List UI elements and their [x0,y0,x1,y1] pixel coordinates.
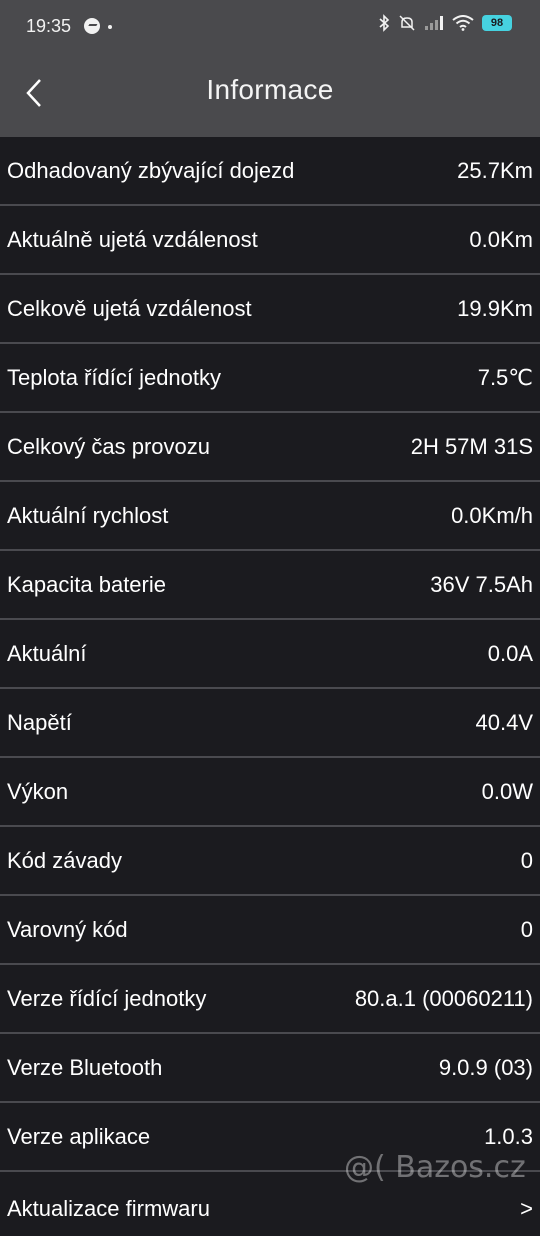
row-value: 0 [520,916,533,942]
row-value: 0 [520,847,533,873]
info-row-current-distance: Aktuálně ujetá vzdálenost 0.0Km [0,206,540,275]
row-value: 40.4V [475,709,534,735]
row-value: 0.0Km [469,226,533,252]
mute-bell-icon [399,15,415,31]
row-label: Kód závady [7,847,122,873]
row-value: 0.0A [487,640,533,666]
row-value: 25.7Km [457,157,533,183]
row-value: 0.0Km/h [451,502,533,528]
wifi-icon [452,15,474,31]
info-row-voltage: Napětí 40.4V [0,689,540,758]
info-row-bluetooth-version: Verze Bluetooth 9.0.9 (03) [0,1034,540,1103]
row-value: 0.0W [481,778,533,804]
row-label: Odhadovaný zbývající dojezd [7,157,295,183]
row-value: 7.5℃ [477,364,533,390]
info-row-controller-version: Verze řídící jednotky 80.a.1 (00060211) [0,965,540,1034]
app-bar: Informace [0,54,540,137]
row-label: Napětí [7,709,72,735]
signal-icon [425,16,443,30]
battery-icon: 98 [482,15,512,31]
row-label: Verze aplikace [7,1123,151,1149]
row-value: 1.0.3 [484,1123,533,1149]
row-label: Aktuální rychlost [7,502,169,528]
row-label: Aktuálně ujetá vzdálenost [7,226,258,252]
info-row-total-operating-time: Celkový čas provozu 2H 57M 31S [0,413,540,482]
info-row-estimated-range: Odhadovaný zbývající dojezd 25.7Km [0,137,540,206]
status-icons: 98 [378,14,512,32]
row-value: 9.0.9 (03) [438,1054,533,1080]
status-time: 19:35 [26,16,72,36]
row-label: Výkon [7,778,69,804]
row-label: Celkově ujetá vzdálenost [7,295,252,321]
page-title: Informace [206,74,334,105]
info-list: Odhadovaný zbývající dojezd 25.7Km Aktuá… [0,137,540,1236]
row-label: Kapacita baterie [7,571,166,597]
notification-dot-icon [108,25,112,29]
info-row-current-speed: Aktuální rychlost 0.0Km/h [0,482,540,551]
row-value: 19.9Km [457,295,533,321]
info-row-battery-capacity: Kapacita baterie 36V 7.5Ah [0,551,540,620]
row-label: Aktuální [7,640,87,666]
info-row-warning-code: Varovný kód 0 [0,896,540,965]
row-value: 80.a.1 (00060211) [354,985,533,1011]
row-value: 2H 57M 31S [410,433,533,459]
row-label: Celkový čas provozu [7,433,210,459]
row-label: Verze Bluetooth [7,1054,163,1080]
row-value: 36V 7.5Ah [430,571,533,597]
row-label: Verze řídící jednotky [7,985,207,1011]
info-row-controller-temperature: Teplota řídící jednotky 7.5℃ [0,344,540,413]
info-row-total-distance: Celkově ujetá vzdálenost 19.9Km [0,275,540,344]
status-bar: 19:35 98 [0,0,540,54]
info-row-fault-code: Kód závady 0 [0,827,540,896]
messenger-icon [84,18,100,34]
firmware-update-row[interactable]: Aktualizace firmwaru > [0,1172,540,1236]
info-row-power: Výkon 0.0W [0,758,540,827]
bluetooth-icon [379,14,390,32]
row-label: Varovný kód [7,916,128,942]
row-label: Teplota řídící jednotky [7,364,222,390]
info-row-current: Aktuální 0.0A [0,620,540,689]
info-row-app-version: Verze aplikace 1.0.3 [0,1103,540,1172]
